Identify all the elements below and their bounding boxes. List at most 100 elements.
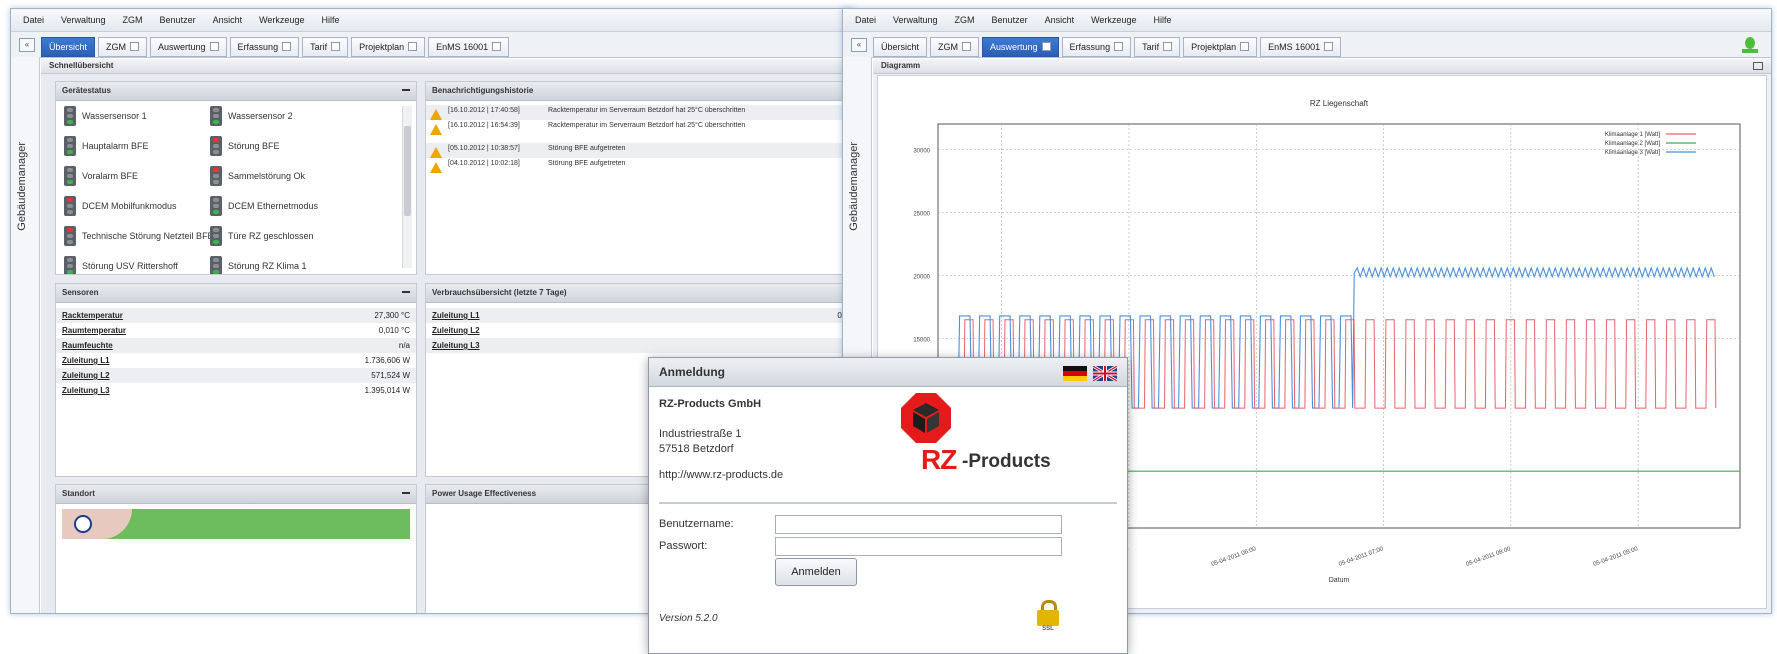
row-label[interactable]: Raumfeuchte	[62, 338, 113, 353]
device-status-item[interactable]: Wassersensor 1	[64, 106, 234, 126]
device-label: DCEM Mobilfunkmodus	[82, 201, 177, 211]
tab-3[interactable]: Erfassung	[1061, 37, 1132, 57]
tab-1[interactable]: ZGM	[98, 37, 148, 57]
menu-item-1[interactable]: Verwaltung	[61, 15, 106, 25]
device-status-item[interactable]: Störung BFE	[210, 136, 380, 156]
device-status-item[interactable]: DCEM Ethernetmodus	[210, 196, 380, 216]
sidebar-label[interactable]: Gebäudemanager	[16, 142, 28, 231]
map-marker-icon[interactable]	[74, 515, 92, 533]
menu-item-3[interactable]: Benutzer	[160, 15, 196, 25]
device-status-item[interactable]: Sammelstörung Ok	[210, 166, 380, 186]
menu-item-4[interactable]: Ansicht	[1045, 15, 1075, 25]
row-label[interactable]: Zuleitung L2	[432, 323, 480, 338]
tab-2[interactable]: Auswertung	[982, 37, 1059, 57]
diagram-panel-title: Diagramm	[873, 59, 1771, 74]
location-map[interactable]	[62, 509, 410, 539]
close-tab-icon[interactable]	[282, 42, 292, 51]
tab-list: Übersicht ZGM Auswertung Erfassung Tarif Proj…	[41, 37, 510, 57]
row-label[interactable]: Zuleitung L3	[62, 383, 110, 398]
row-label[interactable]: Raumtemperatur	[62, 323, 126, 338]
status-connection-icon[interactable]	[1739, 33, 1761, 55]
notification-row[interactable]: [16.10.2012 | 16:54:39] Racktemperatur im…	[426, 120, 853, 135]
close-tab-icon[interactable]	[1163, 42, 1173, 51]
table-row: Zuleitung L1 1.736,606 W	[56, 353, 416, 368]
close-tab-icon[interactable]	[1041, 42, 1051, 51]
uk-flag-icon[interactable]	[1093, 366, 1117, 381]
notification-time: [05.10.2012 | 10:38:57]	[448, 145, 520, 152]
collapse-panel-button[interactable]	[402, 291, 410, 293]
company-url[interactable]: http://www.rz-products.de	[659, 469, 783, 481]
menu-item-0[interactable]: Datei	[855, 15, 876, 25]
scrollbar[interactable]	[402, 106, 412, 268]
collapse-sidebar-button[interactable]: «	[851, 38, 867, 52]
tab-6[interactable]: EnMS 16001	[428, 37, 510, 57]
tab-5[interactable]: Projektplan	[351, 37, 426, 57]
close-tab-icon[interactable]	[1240, 42, 1250, 51]
tab-4[interactable]: Tarif	[1134, 37, 1181, 57]
tab-label: Projektplan	[359, 42, 405, 52]
notification-row[interactable]: [05.10.2012 | 10:38:57] Störung BFE aufge…	[426, 143, 853, 158]
row-value: 571,524 W	[371, 371, 410, 380]
menu-item-1[interactable]: Verwaltung	[893, 15, 938, 25]
device-status-item[interactable]: Technische Störung Netzteil BFE	[64, 226, 234, 246]
row-label[interactable]: Racktemperatur	[62, 308, 123, 323]
menu-item-2[interactable]: ZGM	[123, 15, 143, 25]
tab-0[interactable]: Übersicht	[873, 37, 928, 57]
close-tab-icon[interactable]	[1114, 42, 1124, 51]
company-street: Industriestraße 1	[659, 428, 742, 440]
close-tab-icon[interactable]	[492, 42, 502, 51]
collapse-panel-button[interactable]	[402, 89, 410, 91]
device-status-item[interactable]: Voralarm BFE	[64, 166, 234, 186]
sidebar-label[interactable]: Gebäudemanager	[848, 142, 860, 231]
menu-item-5[interactable]: Werkzeuge	[259, 15, 304, 25]
device-status-item[interactable]: Störung RZ Klima 1	[210, 256, 380, 274]
tab-3[interactable]: Erfassung	[229, 37, 300, 57]
row-label[interactable]: Zuleitung L1	[432, 308, 480, 323]
menu-item-5[interactable]: Werkzeuge	[1091, 15, 1136, 25]
device-status-item[interactable]: Störung USV Rittershoff	[64, 256, 234, 274]
close-tab-icon[interactable]	[408, 42, 418, 51]
row-label[interactable]: Zuleitung L1	[62, 353, 110, 368]
close-tab-icon[interactable]	[130, 42, 140, 51]
menu-item-3[interactable]: Benutzer	[992, 15, 1028, 25]
notification-row[interactable]: [04.10.2012 | 10:02:18] Störung BFE aufge…	[426, 158, 853, 173]
tab-0[interactable]: Übersicht	[41, 37, 96, 57]
tab-5[interactable]: Projektplan	[1183, 37, 1258, 57]
device-status-item[interactable]: Hauptalarm BFE	[64, 136, 234, 156]
device-status-item[interactable]: Wassersensor 2	[210, 106, 380, 126]
device-status-item[interactable]: DCEM Mobilfunkmodus	[64, 196, 234, 216]
device-status-item[interactable]: Türe RZ geschlossen	[210, 226, 380, 246]
login-button[interactable]: Anmelden	[775, 558, 857, 586]
notification-row[interactable]: [16.10.2012 | 17:40:58] Racktemperatur im…	[426, 105, 853, 120]
close-tab-icon[interactable]	[331, 42, 341, 51]
tab-2[interactable]: Auswertung	[150, 37, 227, 57]
tab-4[interactable]: Tarif	[302, 37, 349, 57]
username-input[interactable]	[775, 515, 1062, 534]
tab-6[interactable]: EnMS 16001	[1260, 37, 1342, 57]
tab-1[interactable]: ZGM	[930, 37, 980, 57]
ssl-lock-icon: SSL	[1037, 600, 1059, 632]
close-tab-icon[interactable]	[1324, 42, 1334, 51]
y-tick-label: 30000	[913, 148, 930, 154]
tab-list: Übersicht ZGM Auswertung Erfassung Tarif Proj…	[873, 37, 1342, 57]
menu-item-4[interactable]: Ansicht	[213, 15, 243, 25]
password-input[interactable]	[775, 537, 1062, 556]
menu-item-0[interactable]: Datei	[23, 15, 44, 25]
tab-bar: « Übersicht ZGM Auswertung Erfassung Tarif Pr…	[11, 32, 853, 58]
table-row: Raumtemperatur 0,010 °C	[56, 323, 416, 338]
login-dialog: Anmeldung RZ-Products GmbH Industriestra…	[648, 357, 1128, 654]
collapse-sidebar-button[interactable]: «	[19, 38, 35, 52]
row-label[interactable]: Zuleitung L2	[62, 368, 110, 383]
row-label[interactable]: Zuleitung L3	[432, 338, 480, 353]
menu-item-2[interactable]: ZGM	[955, 15, 975, 25]
close-tab-icon[interactable]	[962, 42, 972, 51]
menu-item-6[interactable]: Hilfe	[1153, 15, 1171, 25]
close-tab-icon[interactable]	[209, 42, 219, 51]
menu-item-6[interactable]: Hilfe	[321, 15, 339, 25]
x-tick-label: 05-04-2011 09:00	[1593, 546, 1640, 568]
maximize-icon[interactable]	[1753, 62, 1763, 70]
table-row: Zuleitung L3 1.395,014 W	[56, 383, 416, 398]
german-flag-icon[interactable]	[1063, 366, 1087, 381]
traffic-light-icon	[64, 166, 76, 186]
collapse-panel-button[interactable]	[402, 492, 410, 494]
